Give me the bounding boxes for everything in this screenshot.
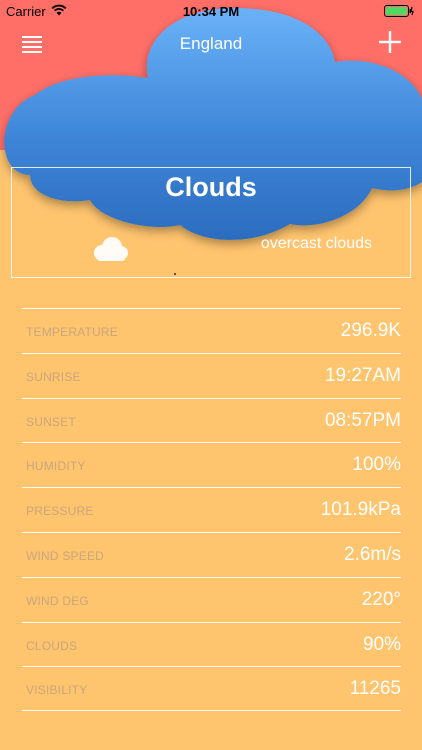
detail-label: HUMIDITY [26, 459, 86, 474]
detail-label: SUNRISE [26, 369, 81, 384]
detail-value: 11265 [349, 678, 401, 700]
detail-label: SUNSET [26, 414, 76, 429]
detail-row-sunrise: SUNRISE 19:27AM [22, 352, 401, 398]
battery-icon [384, 5, 414, 17]
weather-condition: Clouds [165, 172, 257, 202]
detail-label: CLOUDS [26, 638, 78, 653]
status-bar: Carrier 10:34 PM [0, 0, 422, 22]
detail-row-pressure: PRESSURE 101.9kPa [22, 487, 401, 532]
detail-value: 100% [352, 454, 401, 476]
weather-screen: Carrier 10:34 PM England Clouds overcast… [0, 0, 422, 750]
weather-description: overcast clouds [260, 235, 372, 252]
detail-row-humidity: HUMIDITY 100% [22, 442, 401, 487]
plus-icon [379, 31, 401, 53]
detail-value: 296.9K [340, 320, 401, 341]
detail-label: WIND DEG [26, 593, 89, 608]
cloud-icon [94, 237, 128, 261]
detail-value: 08:57PM [324, 409, 401, 431]
detail-row-sunset: SUNSET 08:57PM [22, 397, 401, 443]
page-indicator-dot [174, 273, 176, 275]
detail-label: WIND SPEED [26, 548, 105, 563]
detail-row-clouds: CLOUDS 90% [22, 621, 401, 667]
weather-details-list: TEMPERATURE 296.9K SUNRISE 19:27AM SUNSE… [22, 308, 401, 712]
add-location-button[interactable] [378, 30, 402, 54]
location-title: England [179, 34, 243, 53]
clock: 10:34 PM [182, 4, 240, 19]
detail-label: TEMPERATURE [26, 325, 118, 339]
detail-value: 101.9kPa [320, 499, 401, 521]
detail-row-wind-speed: WIND SPEED 2.6m/s [22, 531, 401, 577]
detail-row-visibility: VISIBILITY 11265 [22, 666, 401, 712]
detail-value: 2.6m/s [343, 543, 401, 565]
detail-value: 90% [362, 633, 401, 655]
detail-label: VISIBILITY [26, 683, 88, 698]
detail-row-wind-deg: WIND DEG 220° [22, 576, 401, 622]
detail-value: 19:27AM [324, 364, 401, 386]
detail-label: PRESSURE [26, 504, 94, 519]
detail-value: 220° [361, 588, 401, 610]
detail-row-temperature: TEMPERATURE 296.9K [22, 308, 401, 353]
